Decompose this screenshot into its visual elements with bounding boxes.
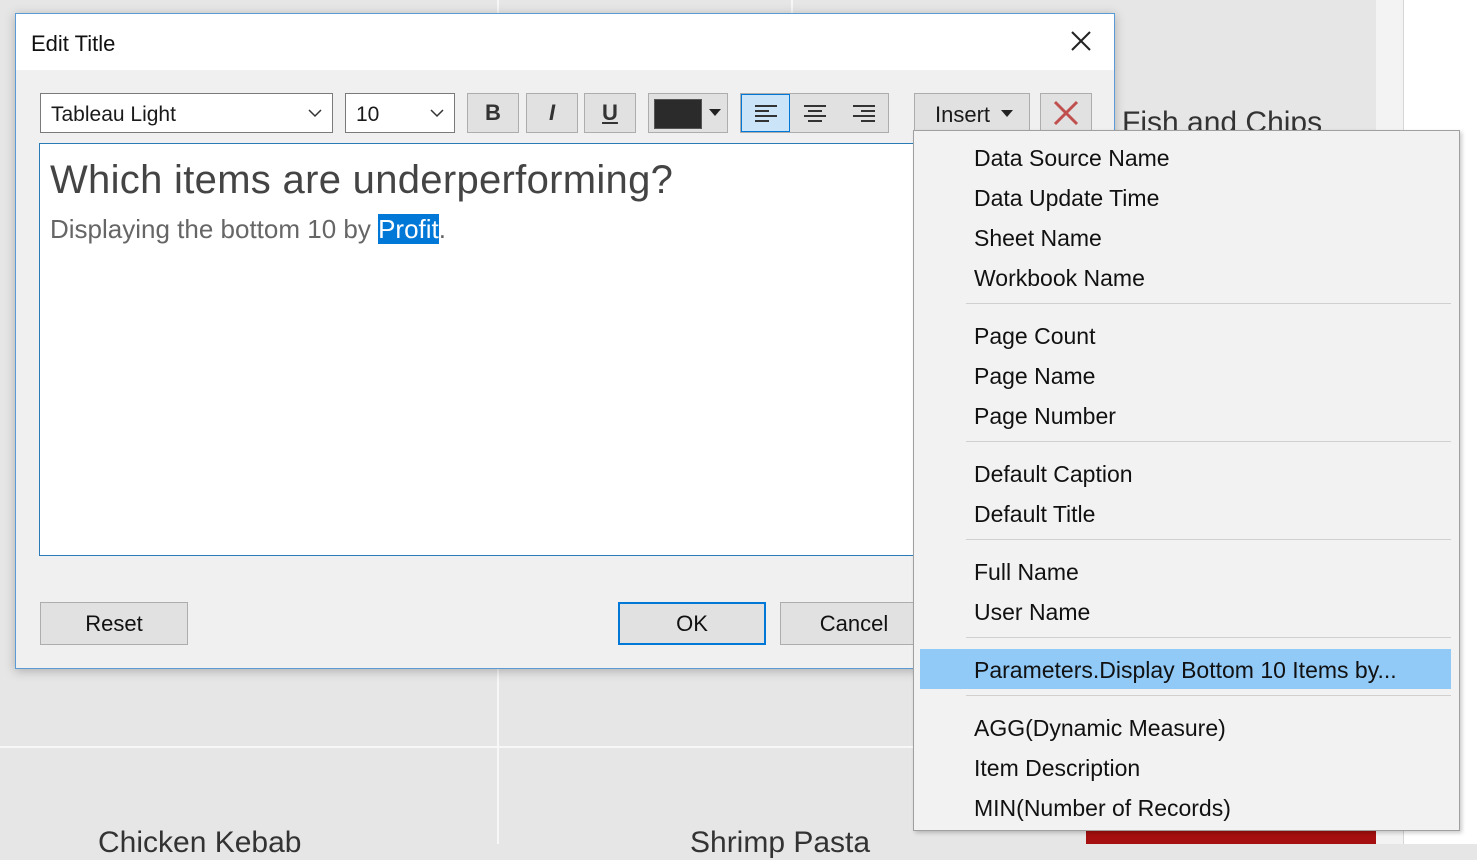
chevron-down-icon [430,109,444,118]
subtitle-prefix: Displaying the bottom 10 by [50,214,379,244]
menu-item-data-update-time[interactable]: Data Update Time [974,185,1159,212]
editor-subtitle-line: Displaying the bottom 10 by Profit. [50,214,446,245]
menu-item-default-caption[interactable]: Default Caption [974,461,1133,488]
menu-separator [966,303,1451,304]
menu-item-full-name[interactable]: Full Name [974,559,1079,586]
menu-item-parameter-display-bottom[interactable]: Parameters.Display Bottom 10 Items by... [974,657,1397,684]
insert-label: Insert [935,102,991,127]
menu-item-agg-dynamic-measure[interactable]: AGG(Dynamic Measure) [974,715,1226,742]
caret-down-icon [1001,110,1013,117]
bold-label: B [485,100,501,125]
background-label-shrimp: Shrimp Pasta [690,826,871,859]
menu-item-workbook-name[interactable]: Workbook Name [974,265,1145,292]
align-center-button[interactable] [790,94,839,132]
editor-title-line: Which items are underperforming? [50,158,674,202]
align-center-icon [803,105,826,122]
bold-button[interactable]: B [467,93,519,133]
chevron-down-icon [308,109,322,118]
menu-separator [966,637,1451,638]
menu-separator [966,539,1451,540]
underline-label: U [602,100,618,125]
align-left-button[interactable] [741,94,790,132]
font-family-value: Tableau Light [51,103,176,126]
title-text-editor[interactable]: Which items are underperforming? Display… [39,143,915,556]
align-left-icon [754,105,777,122]
cancel-button[interactable]: Cancel [780,602,928,645]
reset-button[interactable]: Reset [40,602,188,645]
italic-button[interactable]: I [526,93,578,133]
menu-item-data-source-name[interactable]: Data Source Name [974,145,1170,172]
grid-line [0,746,914,748]
menu-item-sheet-name[interactable]: Sheet Name [974,225,1102,252]
menu-item-page-count[interactable]: Page Count [974,323,1095,350]
font-size-select[interactable]: 10 [345,93,455,133]
align-right-button[interactable] [839,94,888,132]
align-right-icon [852,105,875,122]
menu-separator [966,695,1451,696]
cancel-label: Cancel [819,610,889,636]
reset-label: Reset [85,610,143,636]
background-label-chicken: Chicken Kebab [98,826,302,859]
selected-text: Profit [378,214,439,244]
close-icon[interactable] [1068,28,1094,54]
menu-item-page-number[interactable]: Page Number [974,403,1116,430]
ok-label: OK [676,610,708,636]
subtitle-suffix: . [438,214,446,244]
menu-item-page-name[interactable]: Page Name [974,363,1095,390]
ok-button[interactable]: OK [618,602,766,645]
insert-menu: Data Source Name Data Update Time Sheet … [913,130,1460,831]
menu-separator [966,441,1451,442]
text-color-swatch [654,99,702,129]
caret-down-icon [709,109,721,116]
italic-label: I [548,100,556,125]
alignment-group [740,93,889,133]
menu-item-item-description[interactable]: Item Description [974,755,1140,782]
menu-item-min-number-of-records[interactable]: MIN(Number of Records) [974,795,1231,822]
font-family-select[interactable]: Tableau Light [40,93,333,133]
font-size-value: 10 [356,103,380,126]
menu-item-user-name[interactable]: User Name [974,599,1090,626]
menu-item-default-title[interactable]: Default Title [974,501,1095,528]
underline-button[interactable]: U [584,93,636,133]
delete-x-icon [1053,100,1079,126]
dialog-title: Edit Title [31,31,116,56]
clear-formatting-button[interactable] [1040,93,1092,133]
insert-button[interactable]: Insert [914,93,1030,133]
dialog-titlebar: Edit Title [16,14,1114,70]
